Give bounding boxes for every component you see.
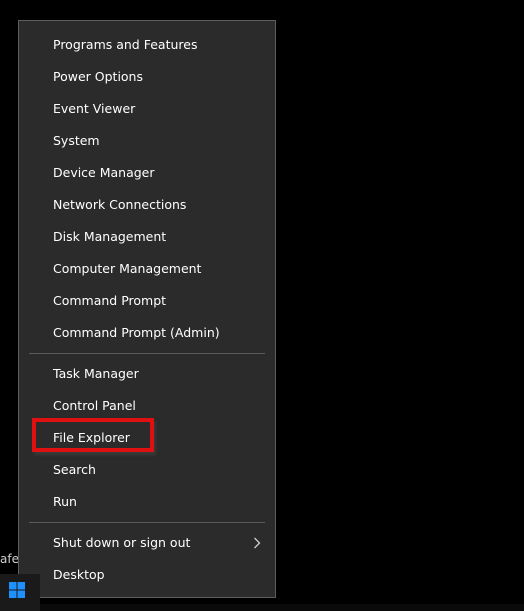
windows-logo-icon: [9, 582, 25, 598]
menu-item-control-panel[interactable]: Control Panel: [19, 390, 275, 422]
menu-item-run[interactable]: Run: [19, 486, 275, 518]
menu-item-shut-down-or-sign-out[interactable]: Shut down or sign out: [19, 527, 275, 559]
menu-item-search[interactable]: Search: [19, 454, 275, 486]
menu-item-event-viewer[interactable]: Event Viewer: [19, 93, 275, 125]
menu-separator: [29, 353, 265, 354]
winx-quick-link-menu: Programs and Features Power Options Even…: [18, 20, 276, 598]
background-window-text: afe: [0, 552, 19, 566]
menu-item-desktop[interactable]: Desktop: [19, 559, 275, 591]
menu-item-label: Shut down or sign out: [53, 535, 191, 550]
desktop-background: afe Programs and Features Power Options …: [0, 0, 524, 611]
menu-item-task-manager[interactable]: Task Manager: [19, 358, 275, 390]
chevron-right-icon: [253, 527, 265, 559]
menu-item-disk-management[interactable]: Disk Management: [19, 221, 275, 253]
start-button[interactable]: [0, 574, 40, 611]
menu-item-network-connections[interactable]: Network Connections: [19, 189, 275, 221]
menu-item-command-prompt[interactable]: Command Prompt: [19, 285, 275, 317]
menu-item-computer-management[interactable]: Computer Management: [19, 253, 275, 285]
menu-item-programs-and-features[interactable]: Programs and Features: [19, 29, 275, 61]
taskbar: [40, 604, 524, 611]
menu-item-device-manager[interactable]: Device Manager: [19, 157, 275, 189]
menu-item-system[interactable]: System: [19, 125, 275, 157]
menu-item-command-prompt-admin[interactable]: Command Prompt (Admin): [19, 317, 275, 349]
menu-separator: [29, 522, 265, 523]
menu-item-power-options[interactable]: Power Options: [19, 61, 275, 93]
menu-item-file-explorer[interactable]: File Explorer: [19, 422, 275, 454]
